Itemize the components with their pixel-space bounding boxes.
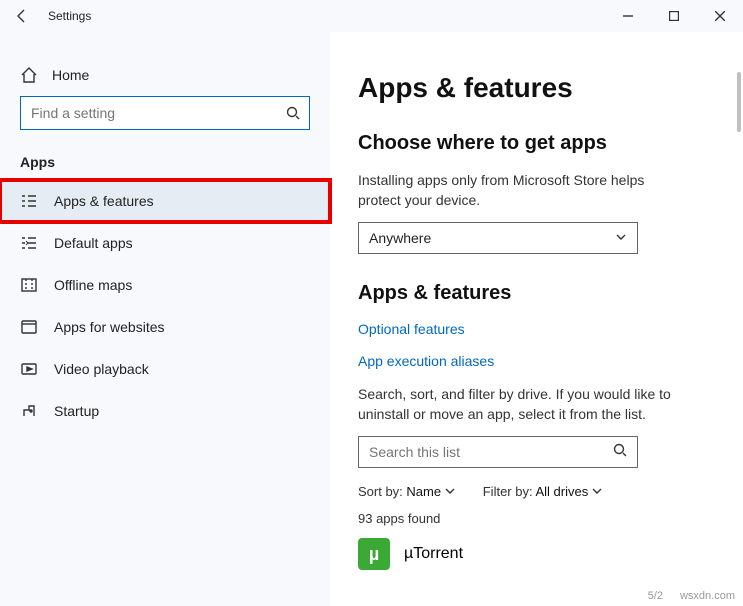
nav-default-apps[interactable]: Default apps [0,222,330,264]
chevron-down-icon [615,230,627,246]
section-desc-where: Installing apps only from Microsoft Stor… [358,171,658,210]
app-source-dropdown[interactable]: Anywhere [358,222,638,254]
dropdown-value: Anywhere [369,230,431,246]
content-pane: Apps & features Choose where to get apps… [330,32,743,606]
home-icon [20,66,38,84]
watermark: wsxdn.com [680,590,735,602]
page-title: Apps & features [358,72,715,104]
window-title: Settings [44,9,605,23]
video-playback-icon [20,360,38,378]
optional-features-link[interactable]: Optional features [358,321,715,337]
filter-value: All drives [535,484,588,499]
filter-label: Filter by: [483,484,533,499]
apps-websites-icon [20,318,38,336]
nav-label: Video playback [54,361,149,377]
utorrent-icon: µ [358,538,390,570]
apps-features-icon [20,192,38,210]
search-icon [277,106,309,120]
sort-label: Sort by: [358,484,403,499]
nav-video-playback[interactable]: Video playback [0,348,330,390]
startup-icon [20,402,38,420]
section-desc-apps: Search, sort, and filter by drive. If yo… [358,385,678,424]
vertical-scrollbar[interactable] [737,32,741,606]
back-button[interactable] [0,8,44,24]
app-list-item[interactable]: µ µTorrent [358,538,715,570]
app-execution-aliases-link[interactable]: App execution aliases [358,353,715,369]
search-apps[interactable] [358,436,638,468]
maximize-button[interactable] [651,0,697,32]
search-icon [613,443,627,462]
home-link[interactable]: Home [0,60,330,96]
nav-label: Apps for websites [54,319,165,335]
nav-label: Apps & features [54,193,154,209]
default-apps-icon [20,234,38,252]
watermark-date: 5/2 [648,590,663,602]
nav-apps-websites[interactable]: Apps for websites [0,306,330,348]
search-apps-input[interactable] [369,444,613,460]
sort-by-control[interactable]: Sort by: Name [358,484,455,499]
chevron-down-icon [592,484,602,499]
nav-apps-features[interactable]: Apps & features [0,180,330,222]
apps-count: 93 apps found [358,511,715,526]
nav-label: Default apps [54,235,133,251]
section-heading-where: Choose where to get apps [358,132,715,155]
close-button[interactable] [697,0,743,32]
category-heading: Apps [0,150,330,180]
minimize-button[interactable] [605,0,651,32]
nav-label: Startup [54,403,99,419]
nav-label: Offline maps [54,277,132,293]
app-name: µTorrent [404,545,463,563]
sort-filter-row: Sort by: Name Filter by: All drives [358,484,715,499]
section-heading-apps: Apps & features [358,282,715,305]
offline-maps-icon [20,276,38,294]
sort-value: Name [406,484,441,499]
nav-offline-maps[interactable]: Offline maps [0,264,330,306]
nav-list: Apps & features Default apps Offline map… [0,180,330,432]
scrollbar-thumb[interactable] [737,72,741,132]
filter-by-control[interactable]: Filter by: All drives [483,484,602,499]
sidebar: Home Apps Apps & features [0,32,330,606]
titlebar: Settings [0,0,743,32]
search-input[interactable] [21,105,277,121]
nav-startup[interactable]: Startup [0,390,330,432]
home-label: Home [52,67,89,83]
chevron-down-icon [445,484,455,499]
search-settings[interactable] [20,96,310,130]
